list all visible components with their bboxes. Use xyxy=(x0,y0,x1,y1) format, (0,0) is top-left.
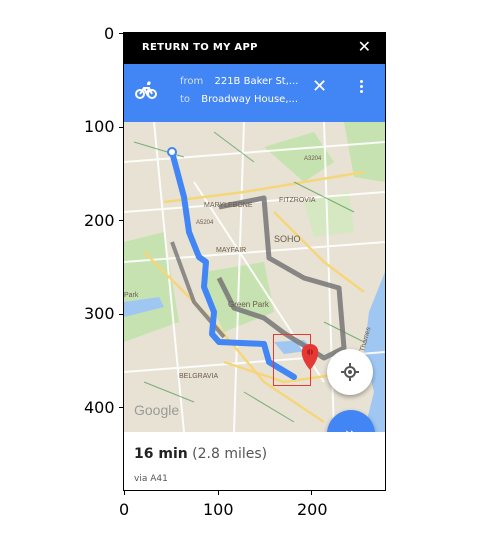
highlight-box xyxy=(273,334,311,386)
trip-summary[interactable]: 16 min (2.8 miles) via A41 xyxy=(124,432,385,490)
destination-row[interactable]: to Broadway House,... xyxy=(180,94,298,105)
clear-route-icon[interactable]: ✕ xyxy=(312,78,327,96)
x-tick-100: 100 xyxy=(203,500,234,519)
label-a3204: A3204 xyxy=(304,156,322,162)
route-header: from 221B Baker St,... to Broadway House… xyxy=(124,64,385,122)
start-point xyxy=(167,147,177,157)
label-a5204: A5204 xyxy=(196,220,214,226)
label-soho: SOHO xyxy=(274,234,301,244)
origin-value[interactable]: 221B Baker St,... xyxy=(214,76,298,87)
return-to-app-link[interactable]: RETURN TO MY APP xyxy=(142,42,258,53)
origin-row[interactable]: from 221B Baker St,... xyxy=(180,76,298,87)
y-tick-300: 300 xyxy=(84,304,115,323)
to-label: to xyxy=(180,94,191,105)
x-tick-mark xyxy=(311,490,312,495)
y-tick-100: 100 xyxy=(84,117,115,136)
return-bar[interactable]: RETURN TO MY APP ✕ xyxy=(124,33,385,64)
label-green-park: Green Park xyxy=(228,300,270,309)
x-tick-mark xyxy=(124,490,125,495)
x-tick-0: 0 xyxy=(119,500,130,519)
app-screenshot: RETURN TO MY APP ✕ from 221B Baker St,..… xyxy=(123,32,386,491)
duration: 16 min xyxy=(134,446,188,462)
bicycle-icon[interactable] xyxy=(134,78,158,102)
y-tick-200: 200 xyxy=(84,211,115,230)
crosshair-icon xyxy=(341,363,359,381)
via-road: via A41 xyxy=(134,474,168,484)
x-tick-mark xyxy=(218,490,219,495)
label-belgravia: BELGRAVIA xyxy=(179,373,218,380)
label-marylebone: MARYLEBONE xyxy=(204,202,253,209)
x-tick-200: 200 xyxy=(297,500,328,519)
close-icon[interactable]: ✕ xyxy=(358,39,371,55)
label-mayfair: MAYFAIR xyxy=(216,247,246,254)
label-park: Park xyxy=(124,292,139,299)
distance: (2.8 miles) xyxy=(192,446,268,462)
y-tick-400: 400 xyxy=(84,398,115,417)
google-logo: Google xyxy=(134,402,180,418)
destination-value[interactable]: Broadway House,... xyxy=(201,94,298,105)
label-fitzrovia: FITZROVIA xyxy=(279,197,316,204)
from-label: from xyxy=(180,76,204,87)
y-tick-0: 0 xyxy=(104,24,115,43)
my-location-button[interactable] xyxy=(327,349,373,395)
eta-line: 16 min (2.8 miles) xyxy=(134,446,267,462)
more-options-icon[interactable] xyxy=(358,78,364,96)
